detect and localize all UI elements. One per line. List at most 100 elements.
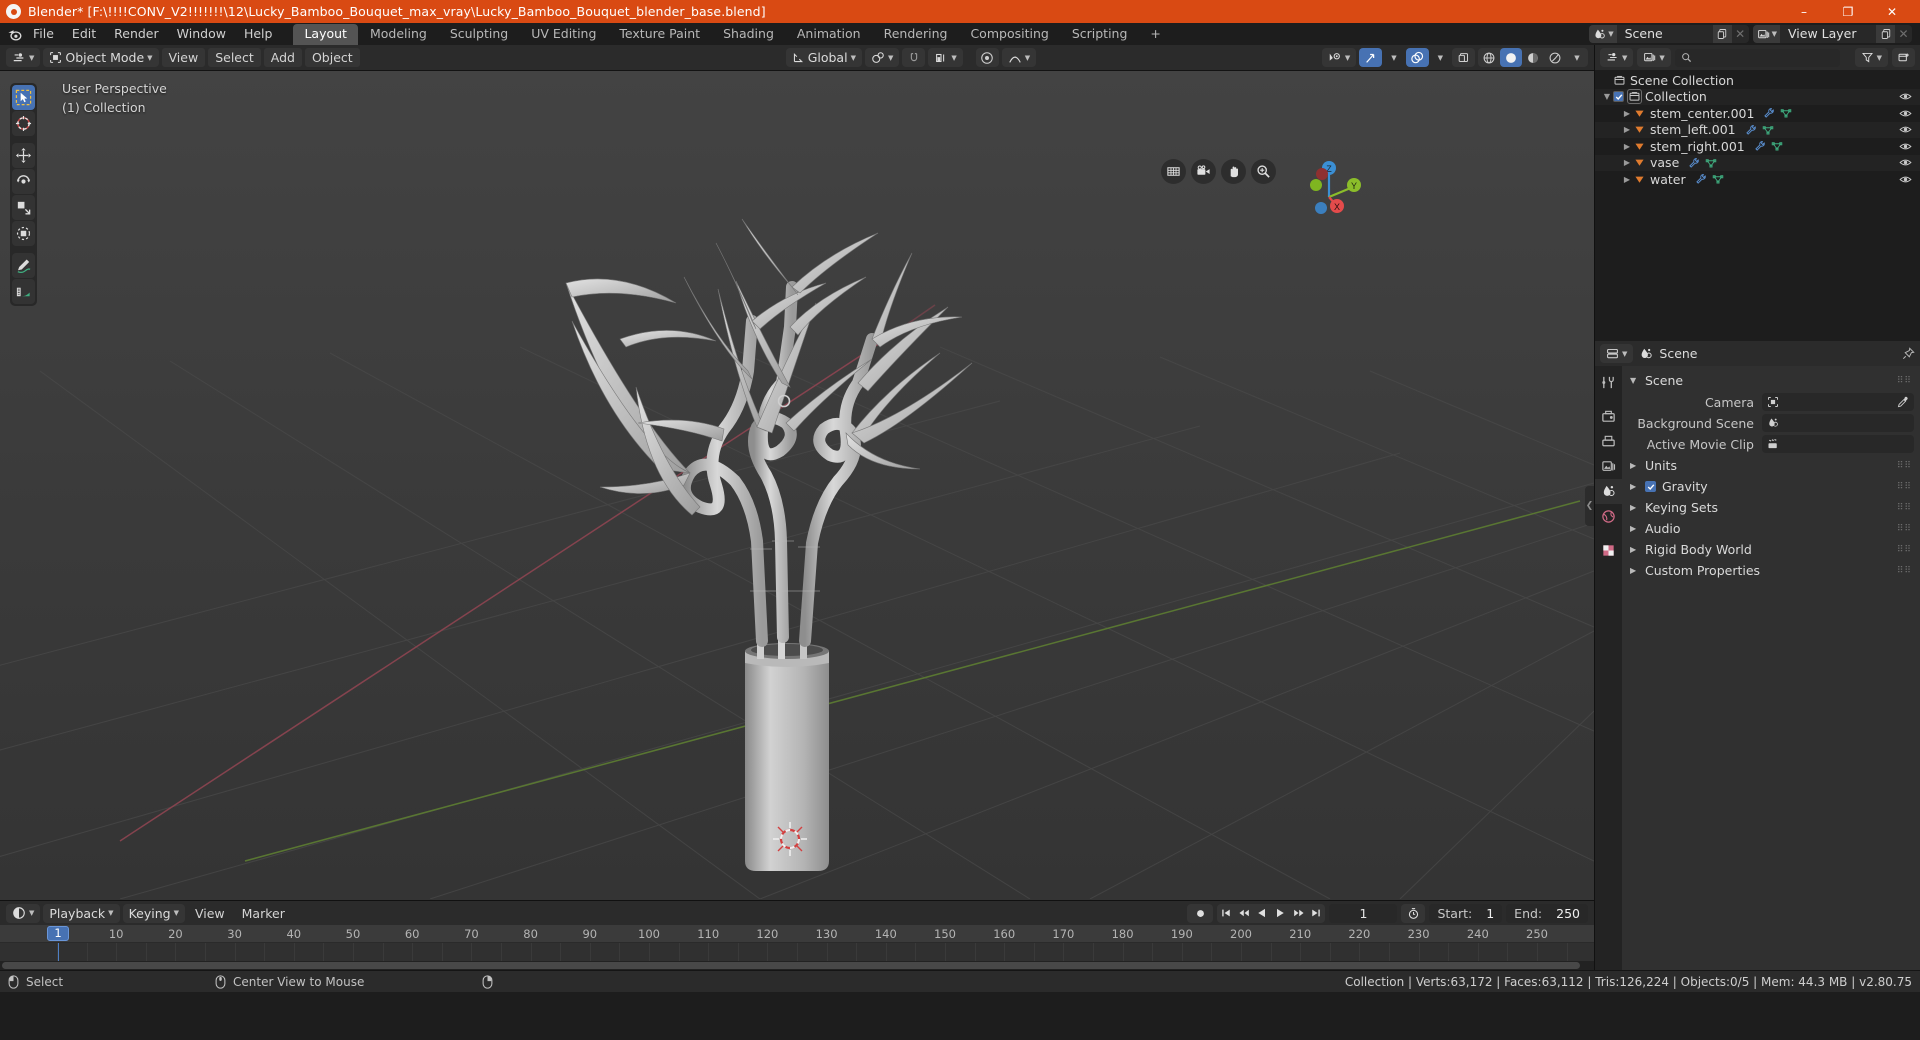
tab-rendering[interactable]: Rendering xyxy=(873,24,959,45)
scene-name[interactable]: Scene xyxy=(1616,25,1713,43)
next-keyframe-button[interactable] xyxy=(1289,904,1307,923)
wireframe-shading-button[interactable] xyxy=(1478,48,1500,67)
viewlayer-browse-button[interactable]: ▼ xyxy=(1752,25,1780,43)
object-visibility-icon[interactable] xyxy=(1899,123,1912,136)
outliner-new-collection-button[interactable] xyxy=(1892,48,1915,67)
remove-viewlayer-button[interactable]: ✕ xyxy=(1895,25,1912,43)
editor-type-button[interactable]: ▼ xyxy=(6,48,41,67)
outliner-editor-type-button[interactable]: ▼ xyxy=(1600,48,1634,67)
falloff-type-dropdown[interactable]: ▼ xyxy=(1001,48,1037,67)
pivot-point-dropdown[interactable]: ▼ xyxy=(928,48,963,67)
pin-icon[interactable] xyxy=(1902,347,1915,360)
tab-scene-properties[interactable] xyxy=(1595,479,1622,504)
outliner-row-object[interactable]: ▶ water xyxy=(1595,171,1920,188)
measure-tool[interactable] xyxy=(12,279,35,304)
gizmo-dropdown[interactable]: ▼ xyxy=(1385,48,1402,67)
drag-handle[interactable]: ⠿⠿ xyxy=(1897,461,1912,471)
expand-triangle-icon[interactable]: ▶ xyxy=(1630,482,1639,491)
tab-viewlayer-properties[interactable] xyxy=(1595,454,1622,479)
outliner-filter-button[interactable]: ▼ xyxy=(1854,48,1888,67)
overlays-dropdown[interactable]: ▼ xyxy=(1432,48,1449,67)
zoom-view-icon[interactable] xyxy=(1251,159,1276,184)
viewport-menu-select[interactable]: Select xyxy=(208,48,261,67)
cursor-tool[interactable] xyxy=(12,111,35,136)
gravity-section-header[interactable]: ▶ Gravity ⠿⠿ xyxy=(1622,476,1920,497)
blender-menu-icon[interactable] xyxy=(4,25,24,43)
current-frame-field[interactable]: 1 xyxy=(1329,903,1398,923)
expand-triangle-icon[interactable]: ▶ xyxy=(1621,125,1633,134)
expand-triangle-icon[interactable]: ▶ xyxy=(1630,503,1639,512)
audio-section-header[interactable]: ▶ Audio ⠿⠿ xyxy=(1622,518,1920,539)
play-reverse-button[interactable] xyxy=(1253,904,1271,923)
properties-editor-type-button[interactable]: ▼ xyxy=(1600,344,1634,363)
tab-render-properties[interactable] xyxy=(1595,404,1622,429)
maximize-button[interactable]: ❐ xyxy=(1826,0,1870,23)
scene-selector[interactable]: ▼ Scene ✕ xyxy=(1589,25,1749,43)
outliner-display-mode-button[interactable]: ▼ xyxy=(1637,48,1671,67)
timeline-editor-type-button[interactable]: ▼ xyxy=(6,903,41,923)
close-button[interactable]: ✕ xyxy=(1870,0,1914,23)
previous-keyframe-button[interactable] xyxy=(1235,904,1253,923)
object-visibility-icon[interactable] xyxy=(1899,173,1912,186)
snap-target-dropdown[interactable]: ▼ xyxy=(864,48,900,67)
drag-handle[interactable]: ⠿⠿ xyxy=(1897,524,1912,534)
pan-view-icon[interactable] xyxy=(1221,159,1246,184)
timeline-menu-keying[interactable]: Keying ▼ xyxy=(122,903,185,923)
drag-handle[interactable]: ⠿⠿ xyxy=(1897,503,1912,513)
timeline-ruler[interactable]: 1 10 20 30 40 50 60 70 80 90 100 110 120 130 140 150 16… xyxy=(0,925,1594,943)
select-box-tool[interactable] xyxy=(12,85,35,110)
expand-triangle-icon[interactable]: ▶ xyxy=(1621,109,1633,118)
object-visibility-icon[interactable] xyxy=(1899,140,1912,153)
timeline-scrollbar[interactable] xyxy=(0,961,1594,970)
jump-to-end-button[interactable] xyxy=(1307,904,1325,923)
drag-handle[interactable]: ⠿⠿ xyxy=(1897,545,1912,555)
outliner-row-object[interactable]: ▶ vase xyxy=(1595,154,1920,171)
play-button[interactable] xyxy=(1271,904,1289,923)
units-section-header[interactable]: ▶ Units ⠿⠿ xyxy=(1622,455,1920,476)
material-preview-button[interactable] xyxy=(1522,48,1544,67)
mesh-data-icon[interactable] xyxy=(1705,157,1717,169)
outliner-row-scene-collection[interactable]: Scene Collection xyxy=(1595,72,1920,89)
use-preview-range-button[interactable] xyxy=(1401,903,1426,923)
camera-view-icon[interactable] xyxy=(1191,159,1216,184)
modifier-wrench-icon[interactable] xyxy=(1754,140,1766,152)
modifier-wrench-icon[interactable] xyxy=(1745,124,1757,136)
rotate-tool[interactable] xyxy=(12,169,35,194)
menu-file[interactable]: File xyxy=(24,25,63,43)
tab-animation[interactable]: Animation xyxy=(786,24,872,45)
object-visibility-icon[interactable] xyxy=(1899,156,1912,169)
interaction-mode-dropdown[interactable]: Object Mode ▼ xyxy=(43,48,159,67)
outliner-search-input[interactable] xyxy=(1674,48,1840,67)
modifier-wrench-icon[interactable] xyxy=(1695,173,1707,185)
tab-tool-properties[interactable] xyxy=(1595,370,1622,395)
start-frame-field[interactable]: Start: 1 xyxy=(1429,903,1503,923)
keying-sets-section-header[interactable]: ▶ Keying Sets ⠿⠿ xyxy=(1622,497,1920,518)
viewport-menu-add[interactable]: Add xyxy=(263,48,302,67)
viewport-menu-object[interactable]: Object xyxy=(304,48,360,67)
drag-handle[interactable]: ⠿⠿ xyxy=(1897,482,1912,492)
viewlayer-selector[interactable]: ▼ View Layer ✕ xyxy=(1752,25,1912,43)
timeline-menu-playback[interactable]: Playback ▼ xyxy=(43,903,120,923)
mesh-data-icon[interactable] xyxy=(1762,124,1774,136)
viewlayer-name[interactable]: View Layer xyxy=(1780,25,1876,43)
tab-scripting[interactable]: Scripting xyxy=(1061,24,1139,45)
outliner-row-object[interactable]: ▶ stem_right.001 xyxy=(1595,138,1920,155)
outliner-row-object[interactable]: ▶ stem_left.001 xyxy=(1595,121,1920,138)
tab-modeling[interactable]: Modeling xyxy=(359,24,438,45)
jump-to-start-button[interactable] xyxy=(1217,904,1235,923)
snap-toggle[interactable] xyxy=(902,48,926,67)
active-movie-clip-field[interactable] xyxy=(1762,435,1914,453)
modifier-wrench-icon[interactable] xyxy=(1688,157,1700,169)
expand-triangle-icon[interactable]: ▶ xyxy=(1621,175,1633,184)
shading-dropdown[interactable]: ▼ xyxy=(1566,48,1588,67)
expand-triangle-icon[interactable]: ▶ xyxy=(1630,524,1639,533)
drag-handle[interactable]: ⠿⠿ xyxy=(1897,376,1912,386)
tab-compositing[interactable]: Compositing xyxy=(959,24,1059,45)
visibility-dropdown[interactable]: ▼ xyxy=(1321,48,1357,67)
toggle-orthographic-icon[interactable] xyxy=(1161,159,1186,184)
scene-section-header[interactable]: ▼ Scene ⠿⠿ xyxy=(1622,370,1920,391)
expand-triangle-icon[interactable]: ▶ xyxy=(1621,158,1633,167)
tab-shading[interactable]: Shading xyxy=(712,24,785,45)
expand-triangle-icon[interactable]: ▼ xyxy=(1630,376,1639,385)
mesh-data-icon[interactable] xyxy=(1780,107,1792,119)
